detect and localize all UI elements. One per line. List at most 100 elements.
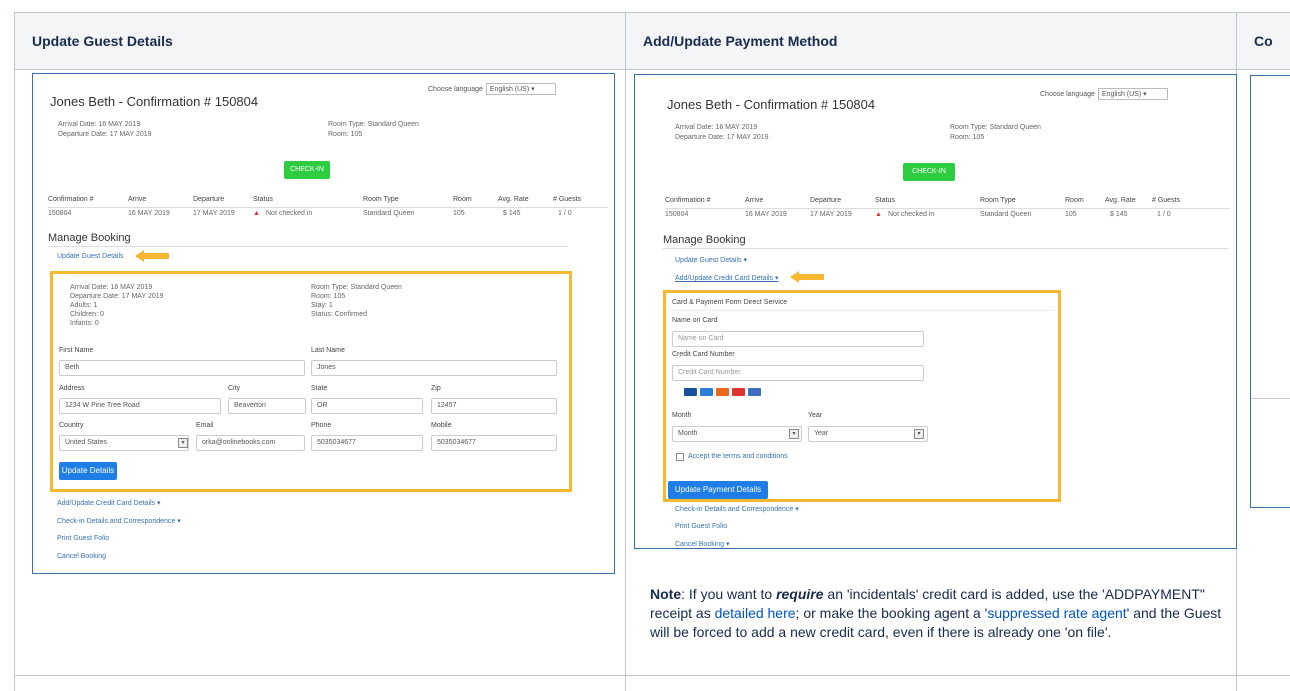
year-select[interactable]: Year (808, 426, 928, 442)
update-details-button[interactable]: Update Details (59, 462, 117, 480)
print-folio-link[interactable]: Print Guest Folio (675, 523, 727, 530)
city-field[interactable]: Beaverton (228, 398, 306, 414)
room-number: Room: 105 (950, 134, 985, 141)
td-arrive: 16 MAY 2019 (128, 210, 170, 217)
last-name-field[interactable]: Jones (311, 360, 557, 376)
check-in-button[interactable]: CHECK-IN (284, 161, 330, 179)
chevron-down-icon[interactable]: ▾ (789, 429, 799, 439)
print-folio-link[interactable]: Print Guest Folio (57, 535, 109, 542)
divider (48, 246, 568, 247)
note-emphasis: require (776, 586, 824, 602)
td-departure: 17 MAY 2019 (193, 210, 235, 217)
check-in-details-link[interactable]: Check-in Details and Correspondence ▾ (57, 517, 181, 525)
th-arrive: Arrive (128, 196, 147, 203)
terms-checkbox[interactable] (676, 453, 684, 461)
th-avg-rate: Avg. Rate (1105, 197, 1136, 204)
td-guests: 1 / 0 (1157, 211, 1171, 218)
email-label: Email (196, 422, 214, 429)
chevron-down-icon[interactable]: ▾ (914, 429, 924, 439)
th-confirmation: Confirmation # (665, 197, 711, 204)
chevron-down-icon[interactable]: ▾ (178, 438, 188, 448)
td-avg-rate: $ 145 (503, 210, 521, 217)
note-text: ; or make the booking agent a ' (795, 605, 988, 621)
country-select[interactable]: United States (59, 435, 189, 451)
update-guest-details-link[interactable]: Update Guest Details (57, 253, 124, 260)
td-departure: 17 MAY 2019 (810, 211, 852, 218)
city-label: City (228, 385, 241, 392)
page-title: Jones Beth - Confirmation # 150804 (667, 97, 876, 112)
td-room-type: Standard Queen (363, 210, 415, 217)
month-select[interactable]: Month (672, 426, 802, 442)
discover-card-icon (716, 388, 729, 396)
th-avg-rate: Avg. Rate (498, 196, 529, 203)
chevron-down-icon: ▾ (531, 86, 535, 93)
language-value: English (US) (1101, 91, 1142, 98)
note-paragraph: Note: If you want to require an 'inciden… (650, 585, 1235, 642)
cancel-booking-link[interactable]: Cancel Booking ▾ (675, 540, 730, 548)
language-select[interactable]: English (US) ▾ (485, 83, 556, 95)
th-arrive: Arrive (745, 197, 764, 204)
detailed-here-link[interactable]: detailed here (715, 605, 796, 621)
manage-booking-heading: Manage Booking (663, 234, 746, 246)
room-number: Room: 105 (328, 131, 363, 138)
td-confirmation: 150804 (665, 211, 689, 218)
th-departure: Departure (193, 196, 225, 203)
booking-table-header: Confirmation # Arrive Departure Status R… (665, 197, 1235, 207)
language-select[interactable]: English (US) ▾ (1097, 88, 1168, 100)
room-type: Room Type: Standard Queen (950, 124, 1041, 131)
td-room-type: Standard Queen (980, 211, 1032, 218)
cancel-booking-link[interactable]: Cancel Booking (57, 553, 106, 560)
update-guest-details-link[interactable]: Update Guest Details ▾ (675, 256, 747, 264)
table-row: 150804 16 MAY 2019 17 MAY 2019 ▲ Not che… (665, 211, 1235, 221)
address-field[interactable]: 1234 W Pine Tree Road (59, 398, 221, 414)
phone-field[interactable]: 5035034677 (311, 435, 423, 451)
td-avg-rate: $ 145 (1110, 211, 1128, 218)
payment-form-title: Card & Payment Form Direct Service (672, 299, 788, 306)
country-label: Country (59, 422, 84, 429)
mobile-field[interactable]: 5035034677 (431, 435, 557, 451)
td-arrive: 16 MAY 2019 (745, 211, 787, 218)
warning-icon: ▲ (875, 211, 882, 218)
col-header-update-guest: Update Guest Details (15, 13, 626, 70)
state-field[interactable]: OR (311, 398, 423, 414)
cell-empty-3 (1237, 676, 1290, 691)
update-payment-button[interactable]: Update Payment Details (668, 481, 768, 499)
chevron-down-icon: ▾ (1143, 91, 1147, 98)
terms-label[interactable]: Accept the terms and conditions (688, 453, 788, 460)
month-label: Month (672, 412, 692, 419)
th-room: Room (1065, 197, 1084, 204)
td-status: Not checked in (266, 210, 313, 217)
warning-icon: ▲ (253, 210, 260, 217)
add-credit-card-link[interactable]: Add/Update Credit Card Details ▾ (57, 499, 161, 507)
td-room: 105 (453, 210, 465, 217)
divider (669, 310, 1054, 311)
cell-empty-1 (15, 676, 626, 691)
booking-table-header: Confirmation # Arrive Departure Status R… (48, 196, 608, 206)
zip-field[interactable]: 12457 (431, 398, 557, 414)
note-label: Note (650, 586, 682, 602)
phone-label: Phone (311, 422, 332, 429)
td-status: Not checked in (888, 211, 935, 218)
email-field[interactable]: orka@onlinebooks.com (196, 435, 305, 451)
departure-date: Departure Date: 17 MAY 2019 (675, 134, 769, 141)
th-room-type: Room Type (363, 196, 399, 203)
zip-label: Zip (431, 385, 441, 392)
credit-card-field[interactable]: Credit Card Number (672, 365, 924, 381)
highlight-box: Card & Payment Form Direct Service Name … (663, 290, 1061, 502)
cell-empty-2 (626, 676, 1237, 691)
language-selector[interactable]: Choose language English (US) ▾ (1040, 88, 1168, 100)
check-in-details-link[interactable]: Check-in Details and Correspondence ▾ (675, 505, 799, 513)
th-departure: Departure (810, 197, 842, 204)
first-name-label: First Name (59, 347, 94, 354)
year-label: Year (808, 412, 823, 419)
language-value: English (US) (489, 86, 530, 93)
name-on-card-field[interactable]: Name on Card (672, 331, 924, 347)
screenshot-third-partial (1250, 75, 1290, 508)
language-selector[interactable]: Choose language English (US) ▾ (428, 83, 556, 95)
suppressed-rate-agent-link[interactable]: suppressed rate agent (987, 605, 1126, 621)
month-value: Month (678, 430, 698, 437)
screenshot-update-guest: Choose language English (US) ▾ Jones Beth… (32, 73, 615, 574)
add-payment-link[interactable]: Add/Update Credit Card Details ▾ (675, 274, 779, 282)
first-name-field[interactable]: Beth (59, 360, 305, 376)
check-in-button[interactable]: CHECK-IN (903, 163, 955, 181)
